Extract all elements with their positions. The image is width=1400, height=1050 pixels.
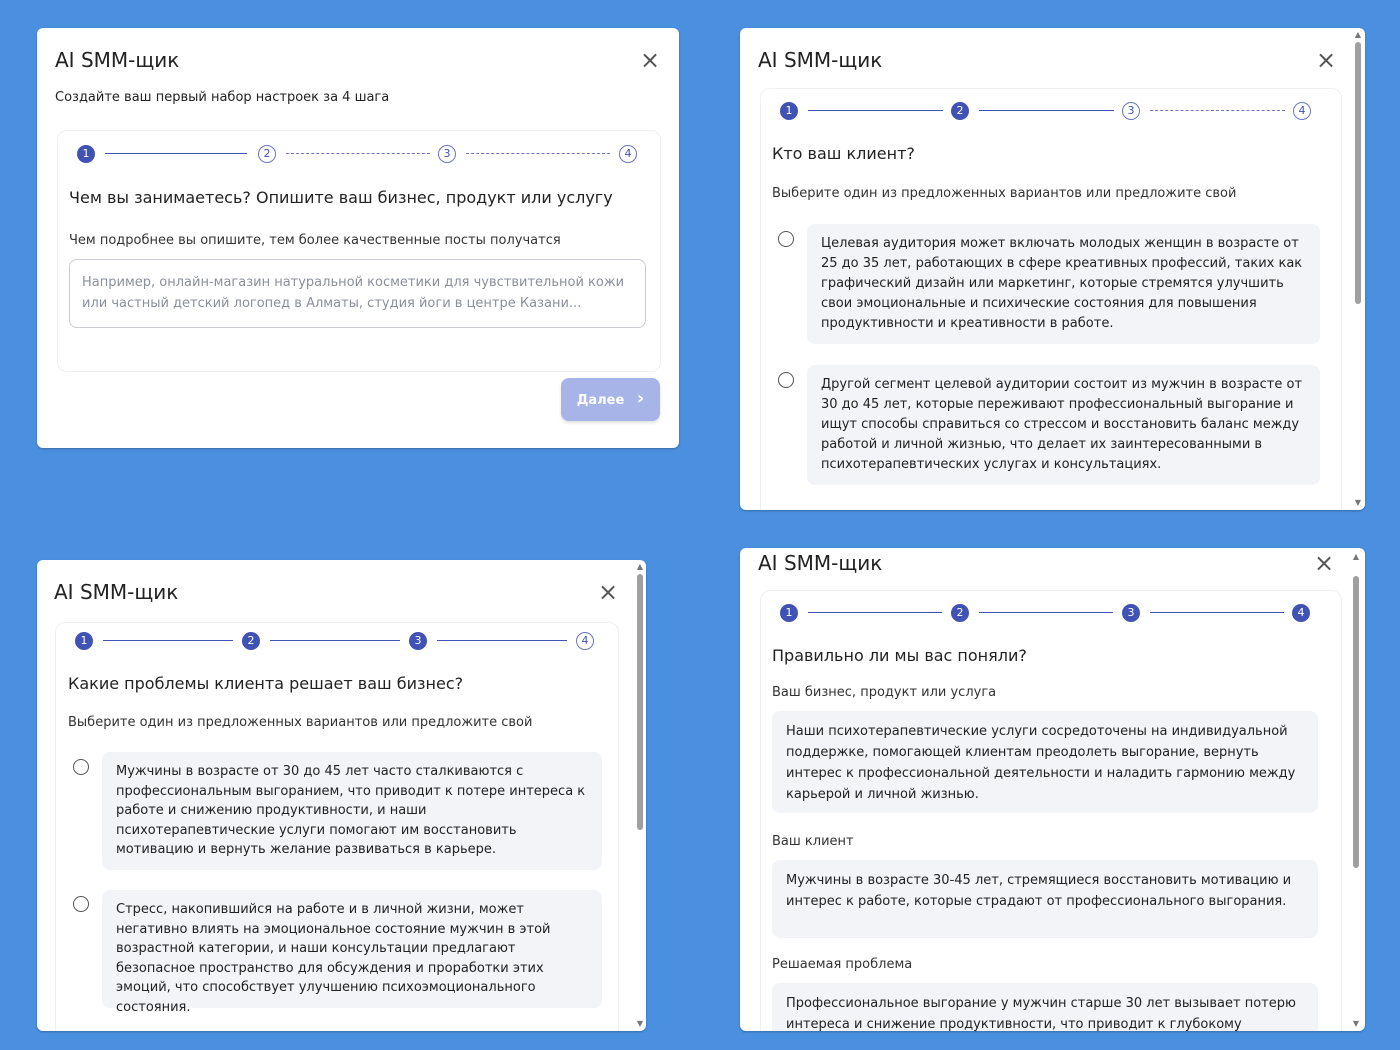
scroll-thumb[interactable] — [637, 574, 643, 830]
scroll-down-arrow[interactable]: ▼ — [1353, 498, 1363, 508]
step-connector — [105, 153, 247, 154]
option-2-radio[interactable] — [73, 896, 89, 912]
scroll-thumb[interactable] — [1355, 42, 1361, 304]
step-3-indicator: 3 — [1122, 102, 1140, 120]
step-3-indicator: 3 — [409, 632, 427, 650]
step-3-indicator: 3 — [438, 145, 456, 163]
client-option-2[interactable]: Другой сегмент целевой аудитории состоит… — [807, 365, 1320, 485]
dialog-title: AI SMM-щик — [55, 48, 180, 72]
progress-stepper: 1 2 3 4 — [75, 632, 605, 656]
step-connector — [437, 640, 567, 641]
scroll-down-arrow[interactable]: ▼ — [635, 1019, 645, 1029]
progress-stepper: 1 2 3 4 — [780, 604, 1320, 628]
client-option-1[interactable]: Целевая аудитория может включать молодых… — [807, 224, 1320, 344]
question-heading: Правильно ли мы вас поняли? — [772, 646, 1027, 665]
step-connector — [979, 612, 1113, 613]
client-label: Ваш клиент — [772, 834, 854, 849]
dialog-title: AI SMM-щик — [54, 580, 179, 604]
next-button-label: Далее — [576, 393, 625, 408]
step-4-indicator: 4 — [1292, 604, 1310, 622]
setup-dialog-step1: AI SMM-щик × Создайте ваш первый набор н… — [37, 28, 679, 448]
option-2-radio[interactable] — [778, 372, 794, 388]
setup-dialog-step3: AI SMM-щик × 1 2 3 4 Какие проблемы клие… — [37, 560, 646, 1031]
close-icon[interactable]: × — [1314, 551, 1334, 575]
close-icon[interactable]: × — [598, 580, 618, 604]
step-connector — [1150, 110, 1285, 111]
step-connector — [103, 640, 233, 641]
scrollbar[interactable]: ▲ ▼ — [1351, 548, 1361, 1031]
step-1-indicator: 1 — [780, 102, 798, 120]
scroll-down-arrow[interactable]: ▼ — [1351, 1019, 1361, 1029]
progress-stepper: 1 2 3 4 — [780, 102, 1320, 126]
step-2-indicator: 2 — [951, 604, 969, 622]
progress-stepper: 1 2 3 4 — [77, 145, 637, 169]
client-summary[interactable]: Мужчины в возрасте 30-45 лет, стремящиес… — [772, 860, 1318, 938]
step-4-indicator: 4 — [1293, 102, 1311, 120]
option-1-radio[interactable] — [778, 231, 794, 247]
step-connector — [1150, 612, 1284, 613]
business-summary[interactable]: Наши психотерапевтические услуги сосредо… — [772, 711, 1318, 813]
problem-option-1[interactable]: Мужчины в возрасте от 30 до 45 лет часто… — [102, 752, 602, 870]
close-icon[interactable]: × — [640, 48, 660, 72]
step-connector — [466, 153, 610, 154]
question-heading: Кто ваш клиент? — [772, 144, 915, 163]
question-heading: Какие проблемы клиента решает ваш бизнес… — [68, 674, 464, 693]
dialog-title: AI SMM-щик — [758, 48, 883, 72]
setup-dialog-step2: AI SMM-щик × 1 2 3 4 Кто ваш клиент? Выб… — [740, 28, 1365, 510]
chevron-right-icon: › — [636, 388, 645, 409]
step-2-indicator: 2 — [951, 102, 969, 120]
scroll-up-arrow[interactable]: ▲ — [1353, 30, 1363, 40]
step-connector — [270, 640, 400, 641]
scroll-up-arrow[interactable]: ▲ — [635, 562, 645, 572]
setup-dialog-step4: AI SMM-щик × 1 2 3 4 Правильно ли мы вас… — [740, 548, 1365, 1031]
step-connector — [808, 110, 943, 111]
step-1-indicator: 1 — [77, 145, 95, 163]
problem-option-2[interactable]: Стресс, накопившийся на работе и в лично… — [102, 890, 602, 1015]
problem-label: Решаемая проблема — [772, 957, 913, 972]
step-4-indicator: 4 — [576, 632, 594, 650]
scrollbar[interactable]: ▲ ▼ — [1353, 28, 1363, 510]
scroll-up-arrow[interactable]: ▲ — [1351, 552, 1361, 562]
step-connector — [286, 153, 430, 154]
question-hint: Выберите один из предложенных вариантов … — [772, 186, 1237, 201]
step-2-indicator: 2 — [242, 632, 260, 650]
question-hint: Чем подробнее вы опишите, тем более каче… — [69, 233, 561, 248]
question-heading: Чем вы занимаетесь? Опишите ваш бизнес, … — [69, 188, 613, 207]
business-label: Ваш бизнес, продукт или услуга — [772, 685, 997, 700]
scroll-thumb[interactable] — [1353, 576, 1359, 868]
close-icon[interactable]: × — [1316, 48, 1336, 72]
scrollbar[interactable]: ▲ ▼ — [635, 560, 645, 1031]
business-description-input[interactable]: Например, онлайн-магазин натуральной кос… — [69, 259, 646, 328]
step-4-indicator: 4 — [619, 145, 637, 163]
option-1-radio[interactable] — [73, 759, 89, 775]
problem-summary[interactable]: Профессиональное выгорание у мужчин стар… — [772, 983, 1318, 1031]
question-hint: Выберите один из предложенных вариантов … — [68, 715, 533, 730]
step-2-indicator: 2 — [258, 145, 276, 163]
next-button[interactable]: Далее › — [561, 378, 660, 421]
step-1-indicator: 1 — [75, 632, 93, 650]
dialog-title: AI SMM-щик — [758, 551, 883, 575]
step-connector — [808, 612, 942, 613]
step-3-indicator: 3 — [1122, 604, 1140, 622]
step-connector — [979, 110, 1114, 111]
dialog-subtitle: Создайте ваш первый набор настроек за 4 … — [55, 90, 390, 105]
step-1-indicator: 1 — [780, 604, 798, 622]
